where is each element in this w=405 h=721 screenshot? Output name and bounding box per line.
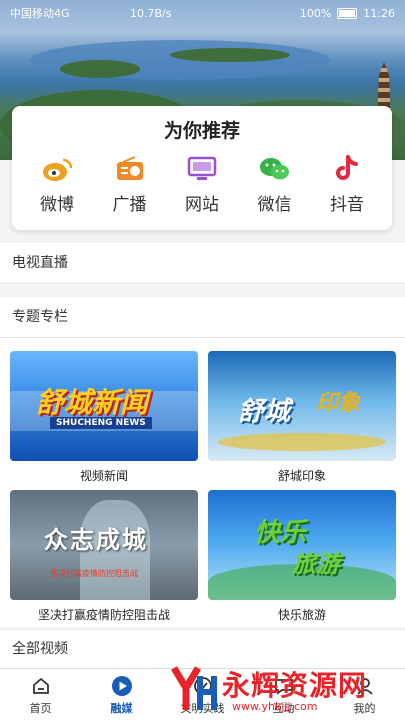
recommend-item-wechat[interactable]: 微信 xyxy=(242,154,308,215)
tile-logo: 舒城新闻 xyxy=(36,386,149,419)
network-speed: 10.7B/s xyxy=(130,6,172,20)
radio-icon xyxy=(113,154,147,184)
tile-image: 舒城 印象 xyxy=(208,351,396,461)
recommend-label: 微博 xyxy=(40,195,74,215)
nav-interact[interactable]: 互动 xyxy=(243,669,324,721)
battery-percent: 100% xyxy=(299,6,332,20)
tile-sub: 印象 xyxy=(316,391,361,416)
divider xyxy=(0,337,405,338)
nav-label: 文明实践 xyxy=(180,701,225,715)
nav-label: 互动 xyxy=(272,701,295,715)
monitor-icon xyxy=(185,154,219,184)
wechat-icon xyxy=(258,154,292,184)
recommend-label: 微信 xyxy=(257,195,292,215)
nav-label: 我的 xyxy=(353,701,376,715)
divider xyxy=(0,283,405,284)
tile-logo: 众志成城 xyxy=(44,526,148,554)
home-icon xyxy=(30,675,52,697)
tiktok-icon xyxy=(330,154,364,184)
recommend-item-weibo[interactable]: 微博 xyxy=(24,154,90,215)
tile-shucheng-impression[interactable]: 舒城 印象 舒城印象 xyxy=(208,351,396,484)
nav-label: 首页 xyxy=(29,701,52,715)
bottom-nav: 首页 融媒 文明实践 互动 我的 xyxy=(0,668,405,721)
nav-profile[interactable]: 我的 xyxy=(324,669,405,721)
nav-home[interactable]: 首页 xyxy=(0,669,81,721)
recommend-item-radio[interactable]: 广播 xyxy=(97,154,163,215)
tile-sub: SHUCHENG NEWS xyxy=(50,417,152,429)
recommend-label: 广播 xyxy=(112,195,147,215)
tile-epidemic-campaign[interactable]: 众志成城 坚决打赢疫情防控阻击战 坚决打赢疫情防控阻击战 xyxy=(10,490,198,623)
tv-live-section[interactable]: 电视直播 xyxy=(0,243,405,283)
status-bar: 中国移动4G 10.7B/s 100% 11:26 xyxy=(0,0,405,26)
section-title-special: 专题专栏 xyxy=(12,309,68,325)
nav-label: 融媒 xyxy=(110,701,133,715)
tile-sub: 坚决打赢疫情防控阻击战 xyxy=(50,569,138,578)
play-circle-icon xyxy=(111,675,133,697)
practice-icon xyxy=(192,675,214,697)
tile-image: 快乐 旅游 xyxy=(208,490,396,600)
recommend-item-website[interactable]: 网站 xyxy=(169,154,235,215)
recommend-card: 为你推荐 微博 广播 网站 微信 抖音 xyxy=(12,106,392,230)
tile-caption: 舒城印象 xyxy=(277,469,326,483)
clock: 11:26 xyxy=(363,6,395,20)
recommend-label: 网站 xyxy=(185,195,219,215)
tile-happy-travel[interactable]: 快乐 旅游 快乐旅游 xyxy=(208,490,396,623)
nav-media[interactable]: 融媒 xyxy=(81,669,162,721)
tile-sub: 旅游 xyxy=(292,550,340,578)
recommend-title: 为你推荐 xyxy=(163,120,240,142)
section-title-all-videos: 全部视频 xyxy=(12,641,68,657)
recommend-item-douyin[interactable]: 抖音 xyxy=(314,154,380,215)
tile-logo: 舒城 xyxy=(238,397,291,427)
user-icon xyxy=(354,675,376,697)
tile-image: 众志成城 坚决打赢疫情防控阻击战 xyxy=(10,490,198,600)
weibo-icon xyxy=(40,154,74,184)
tile-caption: 坚决打赢疫情防控阻击战 xyxy=(37,608,170,622)
chat-icon xyxy=(273,675,295,697)
carrier-label: 中国移动4G xyxy=(10,7,70,20)
section-title-tv-live: 电视直播 xyxy=(12,255,68,271)
battery-icon xyxy=(337,7,358,19)
recommend-label: 抖音 xyxy=(330,195,364,215)
tile-caption: 快乐旅游 xyxy=(277,608,326,622)
tile-video-news[interactable]: 舒城新闻 SHUCHENG NEWS 视频新闻 xyxy=(10,351,198,484)
all-videos-section[interactable]: 全部视频 xyxy=(0,631,405,668)
tile-caption: 视频新闻 xyxy=(79,469,128,483)
nav-practice[interactable]: 文明实践 xyxy=(162,669,243,721)
tile-image: 舒城新闻 SHUCHENG NEWS xyxy=(10,351,198,461)
